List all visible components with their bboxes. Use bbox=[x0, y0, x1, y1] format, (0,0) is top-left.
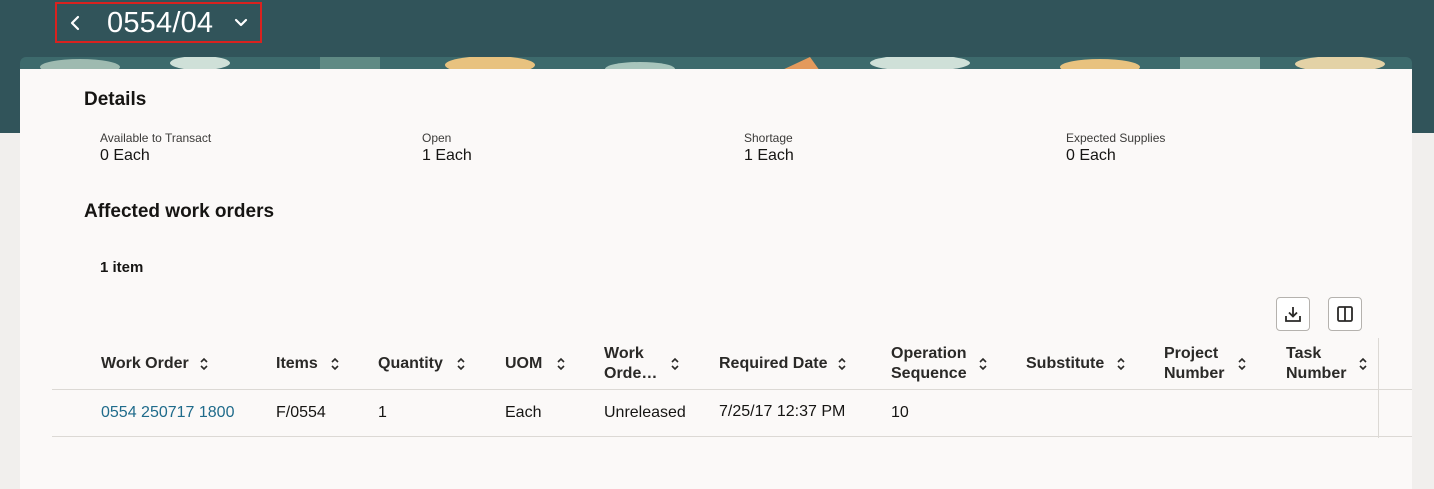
manage-columns-button[interactable] bbox=[1328, 297, 1362, 331]
details-card bbox=[20, 69, 1412, 489]
col-header-quantity[interactable]: Quantity bbox=[378, 354, 443, 374]
record-title-bar: 0554/04 bbox=[55, 2, 262, 43]
col-header-required-date[interactable]: Required Date bbox=[719, 354, 827, 374]
table-row-divider bbox=[52, 436, 1412, 437]
sort-icon[interactable] bbox=[556, 357, 566, 371]
col-header-work-order-status[interactable]: Work Orde… bbox=[604, 344, 657, 384]
cell-required-date: 7/25/17 12:37 PM bbox=[719, 403, 846, 420]
details-heading: Details bbox=[84, 89, 147, 110]
sort-icon[interactable] bbox=[456, 357, 466, 371]
col-header-items[interactable]: Items bbox=[276, 354, 318, 374]
expected-supplies-value: 0 Each bbox=[1066, 147, 1116, 164]
sort-icon[interactable] bbox=[670, 357, 680, 371]
available-to-transact-label: Available to Transact bbox=[100, 131, 212, 145]
download-icon bbox=[1285, 307, 1301, 322]
sort-icon[interactable] bbox=[1358, 357, 1368, 371]
col-header-project-number[interactable]: Project Number bbox=[1164, 344, 1224, 384]
sort-icon[interactable] bbox=[837, 357, 847, 371]
cell-items: F/0554 bbox=[276, 404, 326, 421]
table-header-divider bbox=[52, 389, 1412, 390]
cell-quantity: 1 bbox=[378, 404, 387, 421]
cell-operation-sequence: 10 bbox=[891, 404, 909, 421]
open-value: 1 Each bbox=[422, 147, 472, 164]
table-right-divider bbox=[1378, 338, 1379, 438]
available-to-transact-value: 0 Each bbox=[100, 147, 150, 164]
sort-icon[interactable] bbox=[1237, 357, 1247, 371]
expected-supplies-label: Expected Supplies bbox=[1066, 131, 1166, 145]
col-header-work-order[interactable]: Work Order bbox=[101, 354, 189, 374]
sort-icon[interactable] bbox=[1116, 357, 1126, 371]
work-order-link[interactable]: 0554 250717 1800 bbox=[101, 404, 234, 422]
export-button[interactable] bbox=[1276, 297, 1310, 331]
col-header-substitute[interactable]: Substitute bbox=[1026, 354, 1104, 374]
item-count: 1 item bbox=[100, 259, 144, 276]
cell-uom: Each bbox=[505, 404, 542, 421]
shortage-label: Shortage bbox=[744, 131, 793, 145]
page-title: 0554/04 bbox=[107, 7, 214, 39]
sort-icon[interactable] bbox=[978, 357, 988, 371]
columns-icon bbox=[1337, 306, 1353, 322]
title-dropdown-chevron-icon[interactable] bbox=[233, 16, 249, 30]
col-header-operation-sequence[interactable]: Operation Sequence bbox=[891, 344, 967, 384]
open-label: Open bbox=[422, 131, 452, 145]
sort-icon[interactable] bbox=[199, 357, 209, 371]
col-header-uom[interactable]: UOM bbox=[505, 354, 542, 374]
shortage-value: 1 Each bbox=[744, 147, 794, 164]
col-header-task-number[interactable]: Task Number bbox=[1286, 344, 1346, 384]
sort-icon[interactable] bbox=[330, 357, 340, 371]
cell-work-order-status: Unreleased bbox=[604, 404, 686, 421]
affected-work-orders-heading: Affected work orders bbox=[84, 201, 275, 222]
back-chevron-icon[interactable] bbox=[67, 13, 83, 33]
